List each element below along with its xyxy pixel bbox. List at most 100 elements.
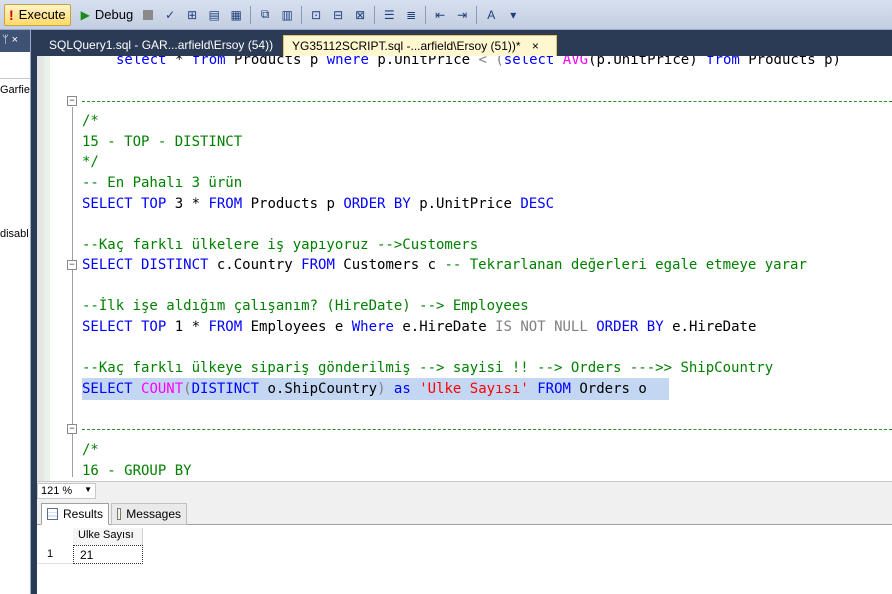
row-number[interactable]: 1 bbox=[37, 546, 73, 564]
panel-divider bbox=[0, 78, 30, 79]
plan-tree-icon: ⧉ bbox=[260, 7, 270, 21]
keyword: FROM bbox=[208, 319, 243, 335]
messages-icon bbox=[117, 508, 122, 520]
code-text: Products p) bbox=[739, 56, 841, 68]
tab-messages[interactable]: Messages bbox=[111, 503, 187, 525]
code-text: ) bbox=[377, 381, 386, 397]
code-text: ( bbox=[183, 381, 192, 397]
parse-button[interactable]: ✓ bbox=[161, 6, 179, 24]
keyword: FROM bbox=[208, 196, 243, 212]
explorer-node-text[interactable]: disabl bbox=[0, 228, 29, 240]
code-line: select * from Products p where p.UnitPri… bbox=[116, 56, 841, 70]
keyword: SELECT bbox=[82, 319, 133, 335]
keyword: ORDER BY bbox=[596, 319, 664, 335]
keyword: FROM bbox=[528, 381, 571, 397]
uncomment-icon: ≣ bbox=[406, 7, 417, 22]
query-designer-button[interactable]: ▤ bbox=[205, 6, 223, 24]
pin-icon[interactable]: ᛘ × bbox=[0, 30, 30, 52]
code-line: SELECT DISTINCT c.Country FROM Customers… bbox=[82, 255, 807, 275]
file-icon: ⊟ bbox=[333, 7, 344, 22]
keyword: IS NOT NULL bbox=[495, 319, 588, 335]
string-literal: 'Ulke Sayısı' bbox=[419, 381, 529, 397]
keyword: DISTINCT bbox=[191, 381, 260, 397]
close-icon[interactable]: × bbox=[532, 39, 539, 53]
include-plan-button[interactable]: ⧉ bbox=[256, 6, 274, 24]
keyword: SELECT bbox=[82, 381, 133, 397]
keyword: as bbox=[385, 381, 420, 397]
document-tabs: SQLQuery1.sql - GAR...arfield\Ersoy (54)… bbox=[31, 30, 892, 56]
code-text: p.UnitPrice bbox=[410, 196, 521, 212]
comment-separator bbox=[82, 101, 892, 102]
query-editor[interactable]: select * from Products p where p.UnitPri… bbox=[37, 56, 892, 481]
code-text: 3 * bbox=[166, 196, 209, 212]
grid-icon: ⊡ bbox=[311, 7, 322, 22]
inline-comment: -- Tekrarlanan değerleri egale etmeye ya… bbox=[444, 257, 807, 273]
debug-button[interactable]: ▶ Debug bbox=[77, 4, 138, 26]
editor-margin bbox=[37, 56, 44, 481]
results-grid-button[interactable]: ⊡ bbox=[307, 6, 325, 24]
editor-status-bar: 121 % ▼ bbox=[37, 481, 892, 500]
code-text: e.HireDate bbox=[393, 319, 496, 335]
stop-icon bbox=[143, 9, 154, 20]
function: AVG bbox=[554, 56, 589, 68]
decrease-indent-button[interactable]: ⇤ bbox=[431, 6, 449, 24]
grid-icon bbox=[47, 508, 58, 520]
tab-sqlquery1[interactable]: SQLQuery1.sql - GAR...arfield\Ersoy (54)… bbox=[41, 35, 281, 56]
comment-line: 15 - TOP - DISTINCT bbox=[82, 134, 243, 150]
comment-line: --İlk işe aldığım çalışanım? (HireDate) … bbox=[82, 298, 529, 314]
zoom-value: 121 % bbox=[41, 485, 73, 497]
code-text: e.HireDate bbox=[663, 319, 757, 335]
results-to-text-button[interactable]: ▦ bbox=[227, 6, 245, 24]
increase-indent-button[interactable]: ⇥ bbox=[453, 6, 471, 24]
query-toolbar: ! Execute ▶ Debug ✓ ⊞ ▤ ▦ ⧉ ▥ ⊡ ⊟ ⊠ ☰ ≣ … bbox=[0, 0, 892, 30]
collapse-icon[interactable]: − bbox=[67, 260, 77, 270]
code-text: Orders o bbox=[570, 381, 647, 397]
zoom-select[interactable]: 121 % ▼ bbox=[37, 483, 96, 499]
designer-icon: ▤ bbox=[208, 7, 220, 22]
execute-button[interactable]: ! Execute bbox=[4, 3, 71, 26]
toolbar-separator bbox=[476, 5, 478, 24]
keyword: SELECT bbox=[82, 196, 133, 212]
toolbar-overflow-button[interactable]: ▾ bbox=[504, 6, 522, 24]
results-text-button[interactable]: ⊠ bbox=[351, 6, 369, 24]
uncomment-button[interactable]: ≣ bbox=[402, 6, 420, 24]
ssms-window: ! Execute ▶ Debug ✓ ⊞ ▤ ▦ ⧉ ▥ ⊡ ⊟ ⊠ ☰ ≣ … bbox=[0, 0, 892, 594]
code-line: SELECT TOP 3 * FROM Products p ORDER BY … bbox=[82, 194, 554, 214]
explorer-node-text[interactable]: Garfie bbox=[0, 84, 30, 96]
comment-separator bbox=[82, 429, 892, 430]
operator: < bbox=[478, 56, 487, 68]
code-line: SELECT TOP 1 * FROM Employees e Where e.… bbox=[82, 317, 756, 337]
code-text: o.ShipCountry bbox=[259, 381, 378, 397]
toolbar-separator bbox=[301, 5, 303, 24]
results-file-button[interactable]: ⊟ bbox=[329, 6, 347, 24]
result-cell[interactable]: 21 bbox=[73, 545, 143, 564]
tab-label: YG35112SCRIPT.sql -...arfield\Ersoy (51)… bbox=[292, 39, 521, 53]
tab-yg35112script[interactable]: YG35112SCRIPT.sql -...arfield\Ersoy (51)… bbox=[283, 35, 557, 56]
collapse-icon[interactable]: − bbox=[67, 96, 77, 106]
column-header[interactable]: Ulke Sayısı bbox=[73, 528, 143, 545]
estimated-plan-button[interactable]: ⊞ bbox=[183, 6, 201, 24]
keyword: where bbox=[326, 56, 369, 68]
specify-values-button[interactable]: A bbox=[482, 6, 500, 24]
comment-icon: ☰ bbox=[383, 7, 395, 22]
comment-line: --Kaç farklı ülkelere iş yapıyoruz -->Cu… bbox=[82, 237, 479, 253]
toolbar-separator bbox=[250, 5, 252, 24]
stats-icon: ▥ bbox=[281, 7, 293, 22]
code-text: p.UnitPrice bbox=[368, 56, 479, 68]
keyword: ORDER BY bbox=[343, 196, 411, 212]
cancel-query-button[interactable] bbox=[139, 6, 157, 24]
tab-results[interactable]: Results bbox=[41, 503, 109, 525]
results-pane: Results Messages Ulke Sayısı 1 21 bbox=[37, 500, 892, 594]
keyword: select bbox=[116, 56, 167, 68]
keyword: Where bbox=[351, 319, 394, 335]
client-stats-button[interactable]: ▥ bbox=[278, 6, 296, 24]
keyword: DISTINCT bbox=[132, 257, 209, 273]
comment-line: --Kaç farklı ülkeye sipariş gönderilmiş … bbox=[82, 360, 774, 376]
code-line-selected: SELECT COUNT(DISTINCT o.ShipCountry) as … bbox=[82, 379, 647, 399]
play-icon: ▶ bbox=[80, 7, 90, 22]
collapse-icon[interactable]: − bbox=[67, 424, 77, 434]
code-text: * bbox=[166, 56, 192, 68]
comment-button[interactable]: ☰ bbox=[380, 6, 398, 24]
